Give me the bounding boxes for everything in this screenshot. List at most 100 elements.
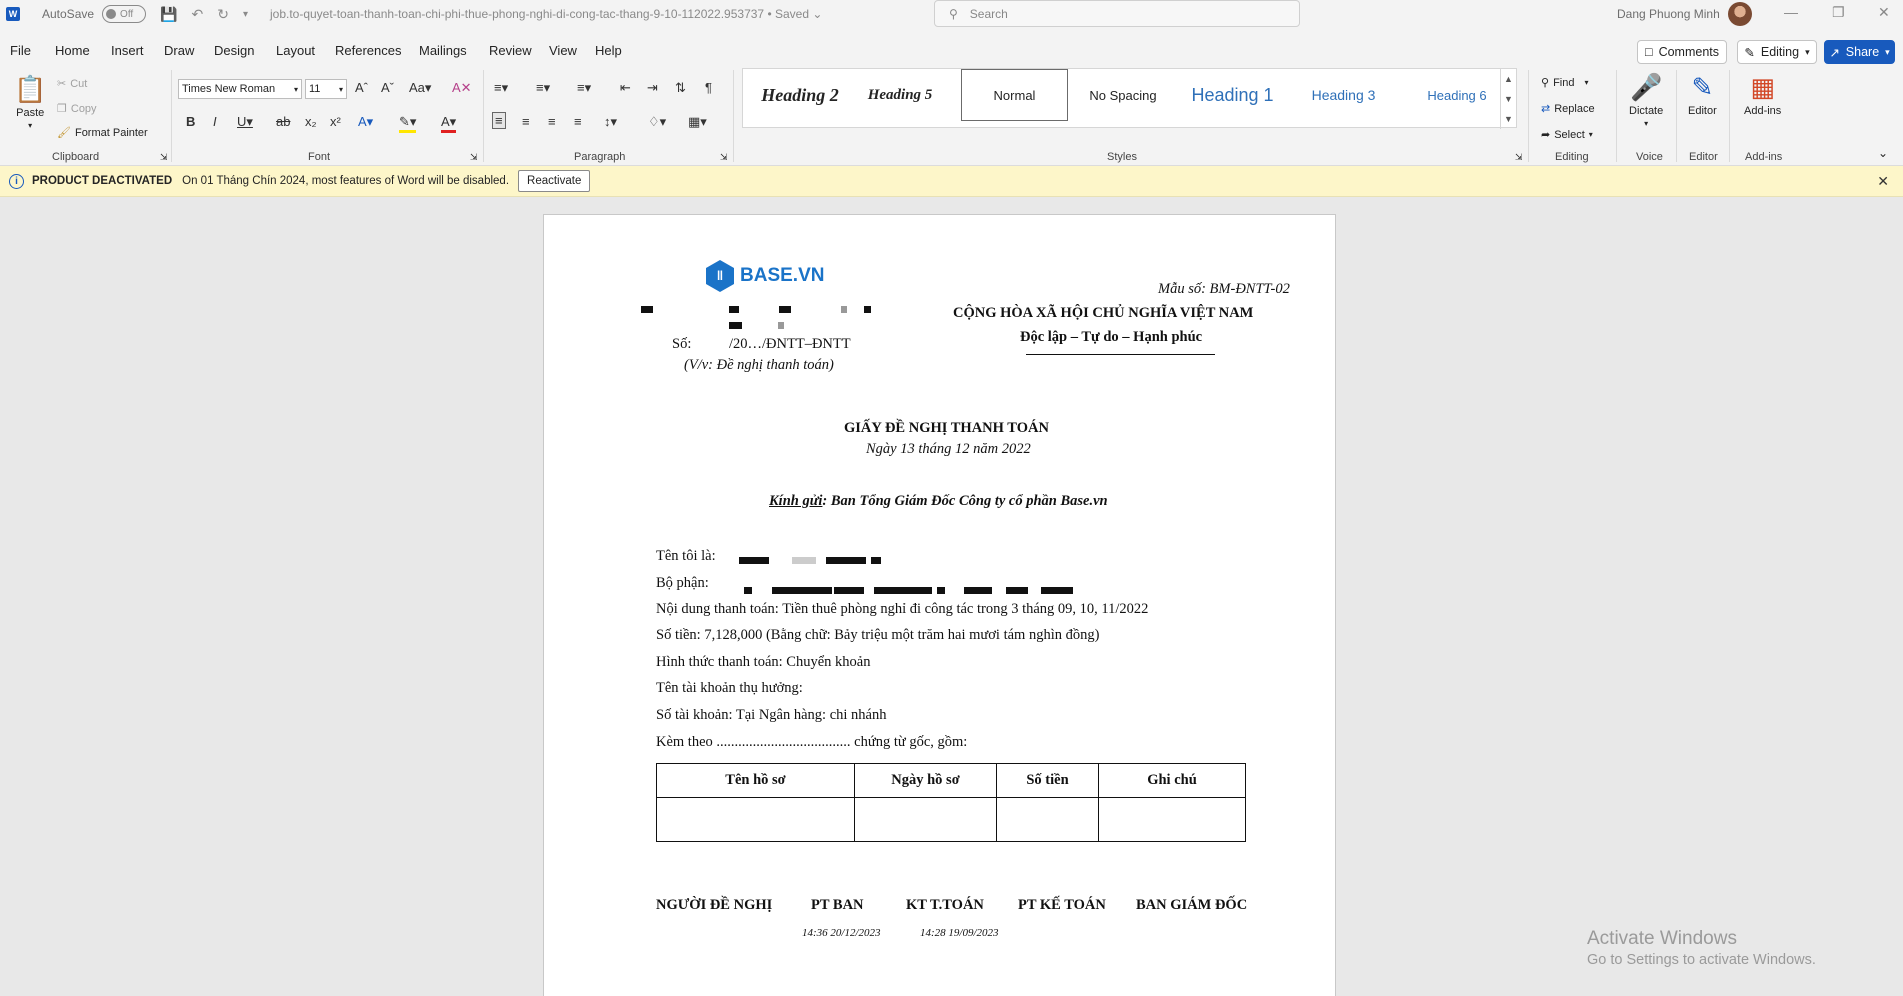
chevron-down-icon[interactable]: ▼ [1504, 94, 1513, 104]
style-heading-5[interactable]: Heading 5 [855, 69, 945, 121]
shading-icon[interactable]: ♢▾ [648, 114, 666, 130]
autosave-toggle[interactable]: Off [102, 5, 147, 23]
paste-button[interactable]: 📋 Paste ▾ [14, 74, 46, 130]
multilevel-list-icon[interactable]: ≡▾ [577, 80, 591, 96]
cut-button[interactable]: ✂ Cut [57, 77, 87, 91]
font-launcher-icon[interactable]: ⇲ [470, 152, 478, 163]
justify-icon[interactable]: ≡ [574, 114, 582, 129]
editor-button[interactable]: ✎ Editor [1688, 72, 1717, 117]
document-filename: job.to-quyet-toan-thanh-toan-chi-phi-thu… [269, 7, 765, 21]
format-painter-button[interactable]: 🖌 Format Painter [57, 126, 148, 140]
replace-button[interactable]: ⇄ Replace [1541, 102, 1595, 116]
style-heading-1[interactable]: Heading 1 [1180, 69, 1285, 121]
chevron-up-icon[interactable]: ▲ [1504, 74, 1513, 84]
tab-file[interactable]: File [10, 43, 31, 58]
superscript-icon[interactable]: x² [330, 114, 341, 129]
signature-timestamp: 14:36 20/12/2023 [802, 927, 881, 939]
voice-group-label: Voice [1636, 151, 1663, 163]
restore-icon[interactable]: ❐ [1832, 4, 1845, 21]
increase-indent-icon[interactable]: ⇥ [647, 80, 658, 96]
line-spacing-icon[interactable]: ↕▾ [604, 114, 617, 130]
table-cell[interactable] [854, 797, 997, 842]
clipboard-launcher-icon[interactable]: ⇲ [160, 152, 168, 163]
clear-formatting-icon[interactable]: A✕ [452, 80, 472, 96]
document-page[interactable]: ‖ BASE.VN Số: /20…/ĐNTT–ĐNTT (V/v: Đề ng… [543, 214, 1336, 996]
font-name-select[interactable]: Times New Roman ▾ [178, 79, 302, 99]
styles-launcher-icon[interactable]: ⇲ [1515, 152, 1523, 163]
subscript-icon[interactable]: x₂ [305, 114, 317, 129]
sort-icon[interactable]: ⇅ [675, 80, 686, 96]
align-right-icon[interactable]: ≡ [548, 114, 556, 129]
line-amount: Số tiền: 7,128,000 (Bằng chữ: Bảy triệu … [656, 627, 1100, 643]
tab-draw[interactable]: Draw [164, 43, 194, 58]
redo-icon[interactable]: ↻ [217, 6, 229, 23]
close-icon[interactable]: ✕ [1878, 4, 1890, 21]
tab-help[interactable]: Help [595, 43, 622, 58]
style-heading-2[interactable]: Heading 2 [751, 69, 849, 121]
avatar[interactable] [1728, 2, 1752, 26]
numbering-icon[interactable]: ≡▾ [536, 80, 550, 96]
editing-mode-button[interactable]: ✎ Editing ▾ [1737, 40, 1817, 64]
search-input[interactable]: ⚲ Search [934, 0, 1300, 27]
tab-insert[interactable]: Insert [111, 43, 144, 58]
user-name[interactable]: Dang Phuong Minh [1617, 7, 1720, 21]
close-icon[interactable]: ✕ [1877, 173, 1889, 190]
divider [171, 70, 172, 162]
customize-toolbar-icon[interactable]: ▾ [243, 9, 248, 20]
paragraph-launcher-icon[interactable]: ⇲ [720, 152, 728, 163]
document-name[interactable]: job.to-quyet-toan-thanh-toan-chi-phi-thu… [270, 7, 822, 21]
tab-home[interactable]: Home [55, 43, 90, 58]
table-cell[interactable] [656, 797, 855, 842]
more-styles-icon[interactable]: ▼ [1504, 114, 1513, 124]
select-button[interactable]: ➦ Select ▾ [1541, 128, 1593, 142]
styles-group-label: Styles [1107, 151, 1137, 163]
reactivate-button[interactable]: Reactivate [518, 170, 591, 192]
styles-scroll[interactable]: ▲ ▼ ▼ [1500, 69, 1516, 129]
grow-font-icon[interactable]: Aˆ [355, 80, 368, 95]
decrease-indent-icon[interactable]: ⇤ [620, 80, 631, 96]
signature-requester: NGƯỜI ĐỀ NGHỊ [656, 897, 773, 913]
underline-icon[interactable]: U▾ [237, 114, 253, 130]
tab-view[interactable]: View [549, 43, 577, 58]
bold-icon[interactable]: B [186, 114, 195, 129]
redacted-text [744, 587, 752, 594]
save-icon[interactable]: 💾 [160, 6, 177, 23]
undo-icon[interactable]: ↶ [191, 6, 203, 23]
align-left-icon[interactable]: ≡ [492, 112, 506, 129]
italic-icon[interactable]: I [213, 114, 217, 129]
table-cell[interactable] [1098, 797, 1246, 842]
change-case-icon[interactable]: Aa▾ [409, 80, 431, 96]
add-ins-button[interactable]: ▦ Add-ins [1744, 72, 1781, 117]
copy-button[interactable]: ❐ Copy [57, 102, 97, 116]
borders-icon[interactable]: ▦▾ [688, 114, 707, 130]
tab-references[interactable]: References [335, 43, 401, 58]
line-name: Tên tôi là: [656, 548, 716, 564]
font-size-select[interactable]: 11 ▾ [305, 79, 347, 99]
table-cell[interactable] [996, 797, 1099, 842]
align-center-icon[interactable]: ≡ [522, 114, 530, 129]
copy-label: Copy [70, 102, 97, 115]
collapse-ribbon-icon[interactable]: ⌄ [1878, 146, 1888, 160]
font-color-icon[interactable]: A▾ [441, 114, 457, 133]
tab-layout[interactable]: Layout [276, 43, 315, 58]
shrink-font-icon[interactable]: Aˇ [381, 80, 394, 95]
minimize-icon[interactable]: — [1784, 4, 1798, 20]
show-formatting-icon[interactable]: ¶ [705, 80, 712, 95]
highlight-icon[interactable]: ✎▾ [399, 114, 417, 133]
comments-button[interactable]: □ Comments [1637, 40, 1727, 64]
dictate-button[interactable]: 🎤 Dictate ▾ [1629, 72, 1663, 128]
style-heading-3[interactable]: Heading 3 [1291, 69, 1396, 121]
style-normal[interactable]: Normal [961, 69, 1068, 121]
bullets-icon[interactable]: ≡▾ [494, 80, 508, 96]
style-no-spacing[interactable]: No Spacing [1073, 69, 1173, 121]
add-ins-group-label: Add-ins [1745, 151, 1783, 163]
tab-design[interactable]: Design [214, 43, 254, 58]
tab-mailings[interactable]: Mailings [419, 43, 467, 58]
find-button[interactable]: ⚲ Find ▾ [1541, 76, 1588, 90]
strikethrough-icon[interactable]: ab [276, 114, 290, 129]
style-heading-6[interactable]: Heading 6 [1403, 69, 1511, 121]
share-button[interactable]: ↗ Share ▾ [1824, 40, 1895, 64]
republic-heading: CỘNG HÒA XÃ HỘI CHỦ NGHĨA VIỆT NAM [953, 305, 1254, 321]
text-effects-icon[interactable]: A▾ [358, 114, 373, 130]
tab-review[interactable]: Review [489, 43, 532, 58]
